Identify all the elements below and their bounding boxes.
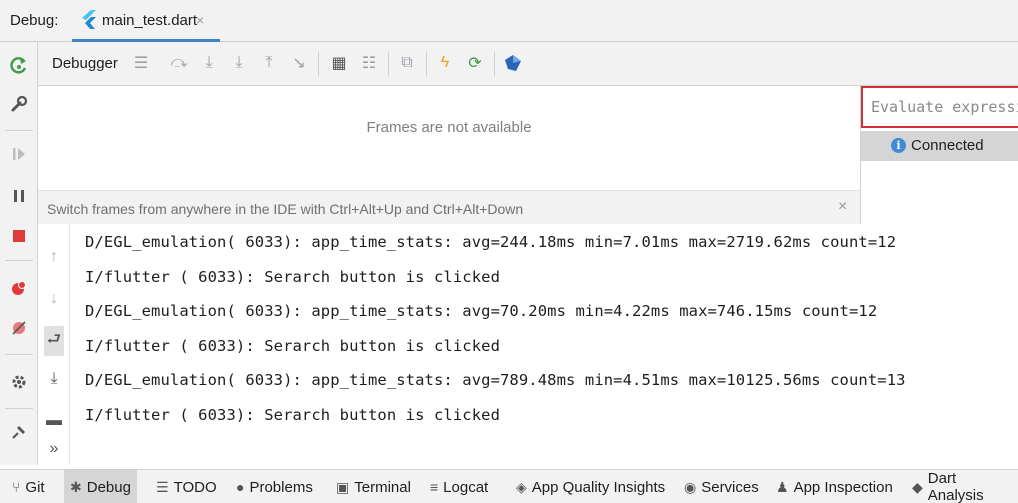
force-step-into-icon[interactable]: ⤓ <box>228 52 250 74</box>
step-into-icon[interactable]: ⤓ <box>198 52 220 74</box>
separator <box>5 260 33 261</box>
todo-icon: ☰ <box>156 478 169 495</box>
console-toolbar: ↑ ↓ ⮐ ⤓ ▬ » <box>38 224 70 465</box>
flutter-icon <box>82 10 96 29</box>
evaluate-expression-input[interactable] <box>861 86 1018 128</box>
tool-logcat[interactable]: ≡ Logcat <box>424 470 494 503</box>
logcat-icon: ≡ <box>430 479 439 495</box>
tool-problems[interactable]: ● Problems <box>230 470 319 503</box>
tool-label: Debug <box>86 478 131 496</box>
tool-dart-analysis[interactable]: ◆ Dart Analysis <box>906 470 1018 503</box>
tool-label: Problems <box>249 478 313 496</box>
tool-label: Git <box>25 478 45 496</box>
variables-panel: i Connected <box>860 86 1018 224</box>
tab-label: main_test.dart <box>102 12 198 29</box>
frames-empty-message: Frames are not available <box>366 119 532 136</box>
pause-icon[interactable] <box>9 186 29 206</box>
frames-hint-bar: Switch frames from anywhere in the IDE w… <box>38 190 860 224</box>
restore-layout-icon[interactable]: ⧉ <box>396 52 418 74</box>
connection-status-row[interactable]: i Connected <box>861 131 1018 161</box>
console-line: I/flutter ( 6033): Serarch button is cli… <box>85 268 500 286</box>
git-icon: ⑂ <box>12 479 21 495</box>
tool-app-quality-insights[interactable]: ◈ App Quality Insights <box>510 470 671 503</box>
hint-close-icon[interactable]: × <box>838 198 847 216</box>
tool-label: App Inspection <box>793 478 893 496</box>
tool-debug[interactable]: ✱ Debug <box>64 470 137 503</box>
tool-window-bar: ⑂ Git ✱ Debug ☰ TODO ● Problems ▣ Terminal ≡ L… <box>0 469 1018 503</box>
separator <box>426 52 427 76</box>
hot-reload-icon[interactable]: ϟ <box>434 52 456 74</box>
dart-analysis-icon: ◆ <box>912 478 923 495</box>
info-icon: i <box>891 138 906 153</box>
tool-git[interactable]: ⑂ Git <box>6 470 51 503</box>
frames-panel: Frames are not available <box>38 86 860 190</box>
separator <box>318 52 319 76</box>
evaluate-icon[interactable]: ▦ <box>328 52 350 74</box>
console-line: D/EGL_emulation( 6033): app_time_stats: … <box>85 302 878 320</box>
tab-main-test[interactable]: main_test.dart × <box>72 0 220 42</box>
tool-label: Dart Analysis <box>927 470 984 503</box>
debugger-tab[interactable]: Debugger <box>52 55 118 72</box>
problems-icon: ● <box>236 479 245 495</box>
app-quality-icon: ◈ <box>516 478 527 495</box>
separator <box>494 52 495 76</box>
separator <box>5 130 33 131</box>
view-breakpoints-icon[interactable] <box>9 278 29 298</box>
tab-close-icon[interactable]: × <box>196 12 204 28</box>
tool-label: Terminal <box>354 478 411 496</box>
tool-label: TODO <box>173 478 217 496</box>
debugger-toolbar: Debugger ☰ ⤼ ⤓ ⤓ ⤒ ↘ ▦ ☷ ⧉ ϟ ⟳ <box>38 42 1018 86</box>
scroll-up-icon[interactable]: ↑ <box>44 246 64 268</box>
tool-app-inspection[interactable]: ♟ App Inspection <box>770 470 899 503</box>
run-to-cursor-icon[interactable]: ↘ <box>288 52 310 74</box>
debug-title: Debug: <box>10 12 59 29</box>
tool-label: Logcat <box>443 478 489 496</box>
separator <box>5 354 33 355</box>
mute-breakpoints-icon[interactable] <box>9 318 29 338</box>
tool-terminal[interactable]: ▣ Terminal <box>330 470 417 503</box>
scroll-to-end-icon[interactable]: ⤓ <box>44 368 64 390</box>
devtools-icon[interactable] <box>502 52 524 74</box>
tool-label: App Quality Insights <box>531 478 666 496</box>
console-line: I/flutter ( 6033): Serarch button is cli… <box>85 406 500 424</box>
left-toolbar <box>0 42 38 465</box>
tool-todo[interactable]: ☰ TODO <box>150 470 223 503</box>
console-line: D/EGL_emulation( 6033): app_time_stats: … <box>85 371 906 389</box>
soft-wrap-icon[interactable]: ⮐ <box>44 326 64 356</box>
scroll-down-icon[interactable]: ↓ <box>44 288 64 310</box>
wrench-icon[interactable] <box>9 94 29 114</box>
debug-header: Debug: main_test.dart × <box>0 0 1018 42</box>
print-icon[interactable]: ▬ <box>44 410 64 432</box>
frames-hint-text: Switch frames from anywhere in the IDE w… <box>47 201 524 217</box>
trace-icon[interactable]: ☷ <box>358 52 380 74</box>
more-icon[interactable]: » <box>44 438 64 460</box>
terminal-icon: ▣ <box>336 478 350 495</box>
connection-status: Connected <box>911 137 984 154</box>
menu-icon[interactable]: ☰ <box>130 52 152 74</box>
tool-label: Services <box>701 478 759 496</box>
console-line: D/EGL_emulation( 6033): app_time_stats: … <box>85 233 897 251</box>
pin-icon[interactable] <box>9 422 29 442</box>
separator <box>5 408 33 409</box>
console-output[interactable]: D/EGL_emulation( 6033): app_time_stats: … <box>70 224 1018 465</box>
console-line: I/flutter ( 6033): Serarch button is cli… <box>85 337 500 355</box>
resume-icon[interactable] <box>9 144 29 164</box>
step-over-icon[interactable]: ⤼ <box>168 52 190 74</box>
hot-restart-icon[interactable]: ⟳ <box>464 52 486 74</box>
separator <box>388 52 389 76</box>
tool-services[interactable]: ◉ Services <box>678 470 765 503</box>
stop-icon[interactable] <box>9 226 29 246</box>
app-inspection-icon: ♟ <box>776 478 789 495</box>
step-out-icon[interactable]: ⤒ <box>258 52 280 74</box>
rerun-icon[interactable] <box>9 56 29 76</box>
services-icon: ◉ <box>684 478 697 495</box>
debug-icon: ✱ <box>70 478 82 495</box>
settings-icon[interactable] <box>9 372 29 392</box>
